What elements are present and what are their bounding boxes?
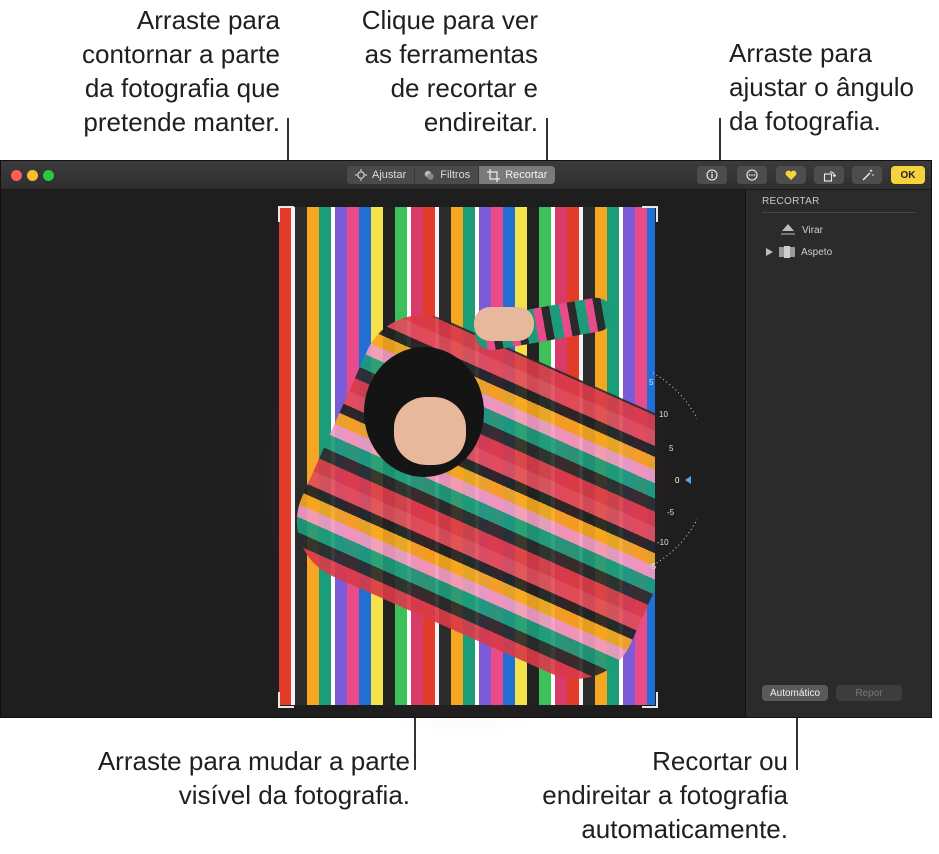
sidebar-divider (762, 212, 915, 213)
photos-window: Ajustar Filtros Recortar OK 5 10 5 0 -5 … (0, 160, 932, 740)
tab-adjust-label: Ajustar (372, 169, 407, 181)
dial-tick-4: -5 (667, 508, 675, 517)
crop-handle-bottom-left[interactable] (278, 692, 294, 708)
dial-tick-5: -10 (657, 538, 669, 547)
crop-handle-bottom-right[interactable] (642, 692, 658, 708)
tab-crop[interactable]: Recortar (479, 166, 556, 184)
edit-mode-segmented-control: Ajustar Filtros Recortar (347, 166, 556, 184)
dial-tick-6: -5 (649, 562, 657, 571)
close-window-button[interactable] (11, 170, 22, 181)
dial-tick-1: 10 (659, 410, 668, 419)
rotate-icon (823, 170, 836, 182)
ellipsis-icon (746, 169, 758, 181)
dial-pointer-icon (685, 476, 691, 484)
callout-crop-edges: Arraste para contornar a parte da fotogr… (81, 5, 280, 137)
callout-move-visible: Arraste para mudar a parte visível da fo… (97, 746, 410, 810)
tab-crop-label: Recortar (505, 169, 548, 181)
disclosure-triangle-icon[interactable] (766, 248, 773, 256)
zoom-window-button[interactable] (43, 170, 54, 181)
tab-adjust[interactable]: Ajustar (347, 166, 416, 184)
person-face (394, 397, 466, 465)
enhance-button[interactable] (852, 166, 882, 184)
dial-tick-2: 5 (669, 444, 674, 453)
ok-button[interactable]: OK (891, 166, 925, 184)
crop-handle-top-left[interactable] (278, 206, 294, 222)
straighten-dial[interactable]: 5 10 5 0 -5 -10 -5 (637, 365, 697, 575)
photo-canvas: 5 10 5 0 -5 -10 -5 (1, 190, 743, 740)
person-hand (474, 307, 534, 341)
dial-tick-3: 0 (675, 476, 680, 485)
rotate-button[interactable] (814, 166, 844, 184)
crop-handle-top-right[interactable] (642, 206, 658, 222)
sidebar-item-aspect[interactable]: Aspeto (766, 246, 832, 258)
info-icon (706, 169, 718, 181)
reset-button[interactable]: Repor (836, 685, 902, 701)
leader-crop-tools (546, 118, 548, 164)
favorite-button[interactable] (776, 166, 806, 184)
callout-auto: Recortar ou endireitar a fotografia auto… (542, 746, 788, 844)
minimize-window-button[interactable] (27, 170, 38, 181)
photo-crop-area[interactable] (279, 207, 655, 705)
sidebar-item-flip[interactable]: Virar (780, 224, 823, 236)
dial-tick-0: 5 (649, 378, 654, 387)
tab-filters-label: Filtros (440, 169, 471, 181)
aspect-icon (779, 246, 795, 258)
more-button[interactable] (737, 166, 767, 184)
tab-filters[interactable]: Filtros (415, 166, 480, 184)
crop-sidebar: RECORTAR Virar Aspeto Automático Repor (745, 190, 931, 717)
crop-icon (487, 168, 501, 182)
sidebar-item-aspect-label: Aspeto (801, 246, 833, 258)
toolbar: Ajustar Filtros Recortar OK (1, 161, 931, 190)
callout-angle: Arraste para ajustar o ângulo da fotogra… (729, 38, 915, 136)
callout-crop-tools: Clique para ver as ferramentas de recort… (361, 5, 538, 137)
filters-icon (425, 170, 434, 180)
info-button[interactable] (697, 166, 727, 184)
adjust-icon (355, 169, 367, 181)
magic-wand-icon (862, 169, 873, 180)
sidebar-title: RECORTAR (762, 196, 820, 207)
heart-icon (785, 170, 797, 180)
flip-icon (781, 224, 795, 235)
sidebar-item-flip-label: Virar (802, 224, 823, 236)
auto-button[interactable]: Automático (762, 685, 828, 701)
